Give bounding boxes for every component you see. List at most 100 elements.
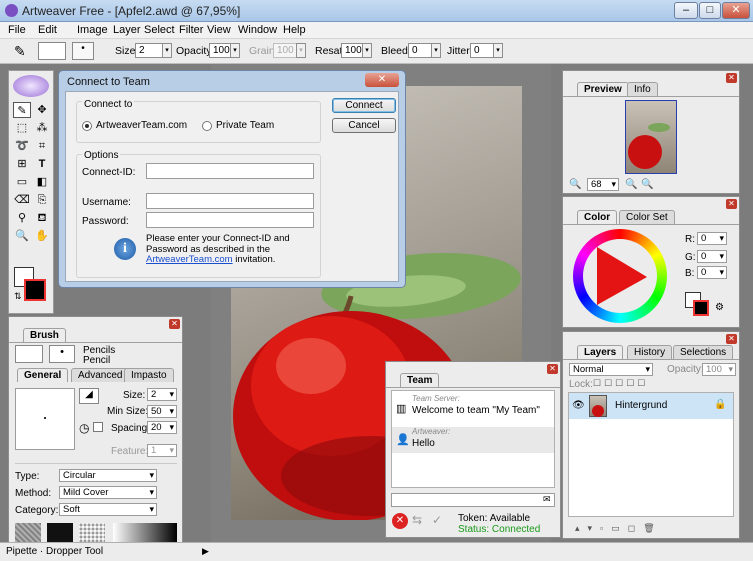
- connect-button[interactable]: Connect: [332, 98, 396, 113]
- team-close-icon[interactable]: ✕: [547, 364, 558, 374]
- blend-mode-select[interactable]: Normal: [569, 363, 653, 376]
- brush-close-icon[interactable]: ✕: [169, 319, 180, 329]
- visibility-eye-icon[interactable]: 👁: [572, 400, 585, 411]
- disconnect-icon[interactable]: ✕: [392, 513, 408, 529]
- menu-window[interactable]: Window: [238, 24, 277, 36]
- color-options-icon[interactable]: ⚙: [715, 302, 724, 313]
- resat-input[interactable]: 100: [341, 43, 363, 58]
- swap-colors-icon[interactable]: ⇅: [14, 291, 22, 302]
- tab-general[interactable]: General: [17, 368, 69, 382]
- brush-size-input[interactable]: 2: [147, 388, 177, 401]
- tab-history[interactable]: History: [627, 345, 673, 359]
- tab-brush[interactable]: Brush: [23, 328, 66, 342]
- spacing-checkbox[interactable]: [93, 422, 103, 432]
- preview-close-icon[interactable]: ✕: [726, 73, 737, 83]
- crop-tool-icon[interactable]: ⌗: [33, 138, 51, 154]
- zoom-level-select[interactable]: 68: [587, 178, 619, 191]
- pattern-swatch[interactable]: [79, 523, 105, 543]
- minimize-button[interactable]: –: [674, 2, 698, 19]
- status-arrow-icon[interactable]: ▶: [202, 546, 209, 557]
- menu-select[interactable]: Select: [144, 24, 175, 36]
- lock-icons[interactable]: ☐☐☐☐☐: [593, 378, 648, 389]
- size-input[interactable]: 2: [135, 43, 165, 58]
- rect-select-tool-icon[interactable]: ⬚: [13, 120, 31, 136]
- tab-color[interactable]: Color: [577, 210, 618, 224]
- accept-icon[interactable]: ✓: [432, 513, 442, 527]
- gradient-swatch[interactable]: [113, 523, 177, 543]
- layer-actions-icons[interactable]: ▴▾▫▭◻🗑: [575, 523, 663, 534]
- opacity-input[interactable]: 100: [209, 43, 231, 58]
- info-link[interactable]: ArtweaverTeam.com: [146, 254, 233, 265]
- zoom-in-icon[interactable]: 🔍: [625, 179, 637, 190]
- password-field[interactable]: [146, 212, 314, 228]
- magic-wand-tool-icon[interactable]: ⁂: [33, 120, 51, 136]
- resat-spinner[interactable]: ▾: [362, 43, 372, 58]
- layer-row[interactable]: 👁 Hintergrund 🔒: [569, 393, 733, 419]
- paper-swatch[interactable]: [47, 523, 73, 543]
- brush-preset-picker[interactable]: [38, 42, 66, 60]
- menu-view[interactable]: View: [207, 24, 231, 36]
- b-input[interactable]: 0: [697, 266, 727, 279]
- layer-opacity-input[interactable]: 100: [702, 363, 736, 376]
- tab-impasto[interactable]: Impasto: [124, 368, 174, 382]
- tab-layers[interactable]: Layers: [577, 345, 624, 359]
- tab-info[interactable]: Info: [627, 82, 658, 96]
- tab-color-set[interactable]: Color Set: [619, 210, 675, 224]
- shape-tool-icon[interactable]: ▭: [13, 174, 31, 190]
- spacing-clock-icon[interactable]: ◷: [79, 421, 89, 435]
- opacity-spinner[interactable]: ▾: [230, 43, 240, 58]
- brush-shape-picker[interactable]: •: [72, 42, 94, 60]
- menu-edit[interactable]: Edit: [38, 24, 57, 36]
- jitter-input[interactable]: 0: [470, 43, 494, 58]
- lasso-tool-icon[interactable]: ➰: [13, 138, 31, 154]
- tab-team[interactable]: Team: [400, 373, 440, 387]
- color-wheel[interactable]: [573, 229, 667, 323]
- move-tool-icon[interactable]: ✥: [33, 102, 51, 118]
- brush-tool-icon[interactable]: ✎: [13, 102, 31, 118]
- close-button[interactable]: ✕: [722, 2, 750, 19]
- zoom-out-icon[interactable]: 🔍: [569, 179, 581, 190]
- size-curve-picker[interactable]: ◢: [79, 388, 99, 404]
- jitter-spinner[interactable]: ▾: [493, 43, 503, 58]
- clone-tool-icon[interactable]: ⎘: [33, 192, 51, 208]
- perspective-tool-icon[interactable]: ⊞: [13, 156, 31, 172]
- menu-filter[interactable]: Filter: [179, 24, 203, 36]
- fill-tool-icon[interactable]: ⛾: [33, 210, 51, 226]
- type-select[interactable]: Circular: [59, 469, 157, 482]
- spacing-input[interactable]: 20: [147, 421, 177, 434]
- zoom-fit-icon[interactable]: 🔍: [641, 179, 653, 190]
- cancel-button[interactable]: Cancel: [332, 118, 396, 133]
- r-input[interactable]: 0: [697, 232, 727, 245]
- username-field[interactable]: [146, 193, 314, 209]
- chat-input[interactable]: [391, 493, 555, 507]
- text-tool-icon[interactable]: T: [33, 156, 51, 172]
- hand-tool-icon[interactable]: ✋: [33, 228, 51, 244]
- method-select[interactable]: Mild Cover: [59, 486, 157, 499]
- color-fg-swatch[interactable]: [693, 300, 709, 316]
- min-size-input[interactable]: 50: [147, 405, 177, 418]
- menu-layer[interactable]: Layer: [113, 24, 141, 36]
- brush-variant-picker[interactable]: •: [49, 345, 75, 363]
- preview-thumbnail[interactable]: [625, 100, 677, 174]
- connect-id-field[interactable]: [146, 163, 314, 179]
- menu-help[interactable]: Help: [283, 24, 306, 36]
- private-team-radio[interactable]: [202, 121, 212, 131]
- gradient-tool-icon[interactable]: ◧: [33, 174, 51, 190]
- dialog-close-button[interactable]: ✕: [365, 73, 399, 87]
- dropper-tool-icon[interactable]: ⚲: [13, 210, 31, 226]
- g-input[interactable]: 0: [697, 250, 727, 263]
- tab-advanced[interactable]: Advanced: [71, 368, 130, 382]
- eraser-tool-icon[interactable]: ⌫: [13, 192, 31, 208]
- bleed-input[interactable]: 0: [408, 43, 432, 58]
- menu-file[interactable]: File: [8, 24, 26, 36]
- tab-selections[interactable]: Selections: [673, 345, 734, 359]
- maximize-button[interactable]: □: [699, 2, 721, 19]
- menu-image[interactable]: Image: [77, 24, 108, 36]
- artweaver-team-radio[interactable]: [82, 121, 92, 131]
- bleed-spinner[interactable]: ▾: [431, 43, 441, 58]
- brush-category-picker[interactable]: [15, 345, 43, 363]
- texture-swatch[interactable]: [15, 523, 41, 543]
- send-icon[interactable]: ✉: [543, 494, 551, 505]
- zoom-tool-icon[interactable]: 🔍: [13, 228, 31, 244]
- color-triangle[interactable]: [593, 245, 649, 307]
